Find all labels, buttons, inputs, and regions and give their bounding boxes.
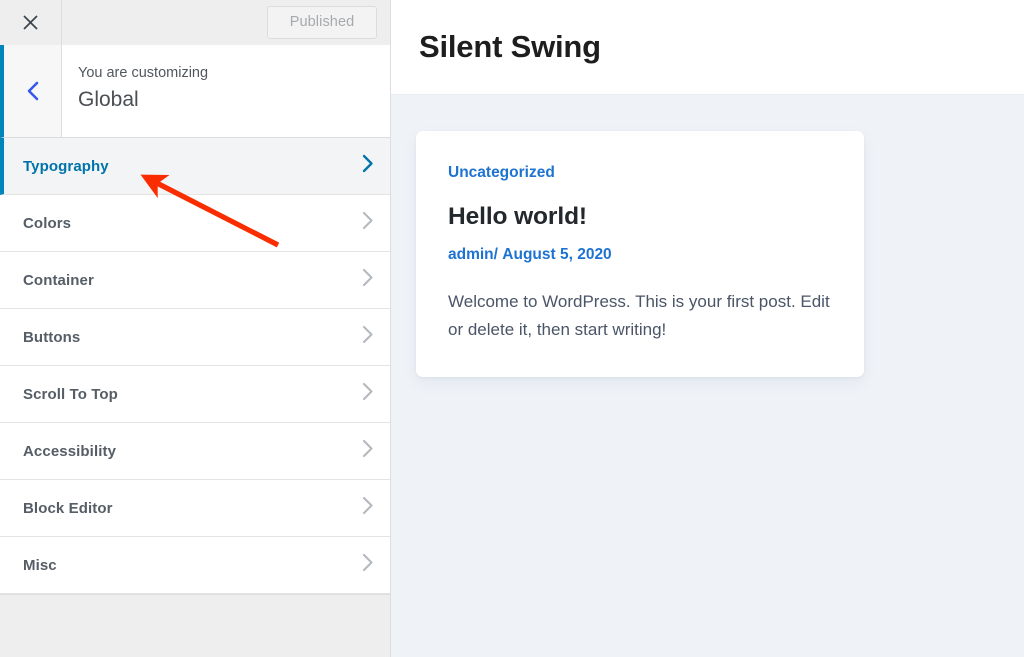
chevron-right-icon (362, 553, 374, 577)
chevron-right-icon (362, 325, 374, 349)
post-meta: admin/ August 5, 2020 (448, 246, 834, 264)
post-meta-separator: / (493, 246, 498, 263)
post-title[interactable]: Hello world! (448, 203, 834, 231)
chevron-right-icon (362, 154, 374, 178)
sidebar-item-scroll-to-top[interactable]: Scroll To Top (0, 366, 390, 423)
customizing-label: You are customizing (78, 65, 209, 81)
post-author-link[interactable]: admin (448, 246, 494, 263)
post-card: Uncategorized Hello world! admin/ August… (416, 131, 864, 378)
sidebar-item-accessibility[interactable]: Accessibility (0, 423, 390, 480)
sidebar-item-label: Scroll To Top (23, 385, 118, 403)
chevron-right-icon (362, 382, 374, 406)
customizer-topbar: Published (0, 0, 390, 45)
sidebar-item-container[interactable]: Container (0, 252, 390, 309)
customizer-panel-header: You are customizing Global (0, 45, 390, 138)
customizer-section-list: Typography Colors Container Buttons Scro… (0, 138, 390, 594)
sidebar-item-label: Block Editor (23, 499, 113, 517)
close-x-icon (22, 14, 39, 31)
sidebar-item-typography[interactable]: Typography (0, 138, 390, 195)
customizer-sidebar: Published You are customizing Global Typ… (0, 0, 391, 657)
site-title[interactable]: Silent Swing (419, 29, 601, 65)
sidebar-item-label: Buttons (23, 328, 81, 346)
sidebar-item-buttons[interactable]: Buttons (0, 309, 390, 366)
chevron-right-icon (362, 496, 374, 520)
theme-preview-pane[interactable]: Silent Swing Uncategorized Hello world! … (391, 0, 1024, 657)
close-customizer-button[interactable] (0, 0, 62, 45)
preview-content: Uncategorized Hello world! admin/ August… (391, 95, 1024, 378)
sidebar-item-misc[interactable]: Misc (0, 537, 390, 594)
sidebar-item-label: Colors (23, 214, 72, 232)
sidebar-item-label: Accessibility (23, 442, 117, 460)
sidebar-item-block-editor[interactable]: Block Editor (0, 480, 390, 537)
chevron-right-icon (362, 439, 374, 463)
post-category-link[interactable]: Uncategorized (448, 164, 555, 182)
post-date-link[interactable]: August 5, 2020 (502, 246, 611, 263)
publish-button[interactable]: Published (267, 6, 377, 39)
sidebar-item-colors[interactable]: Colors (0, 195, 390, 252)
chevron-right-icon (362, 268, 374, 292)
topbar-actions: Published (62, 0, 390, 45)
panel-title: Global (78, 87, 139, 111)
panel-title-group: You are customizing Global (62, 45, 390, 137)
sidebar-item-label: Container (23, 271, 94, 289)
panel-back-button[interactable] (4, 45, 62, 137)
chevron-right-icon (362, 211, 374, 235)
sidebar-empty-area (0, 594, 390, 657)
sidebar-item-label: Misc (23, 556, 57, 574)
customizer-screen: Published You are customizing Global Typ… (0, 0, 1024, 657)
post-excerpt: Welcome to WordPress. This is your first… (448, 292, 830, 339)
chevron-left-icon (26, 81, 39, 101)
preview-site-header: Silent Swing (391, 0, 1024, 95)
sidebar-item-label: Typography (23, 157, 109, 175)
